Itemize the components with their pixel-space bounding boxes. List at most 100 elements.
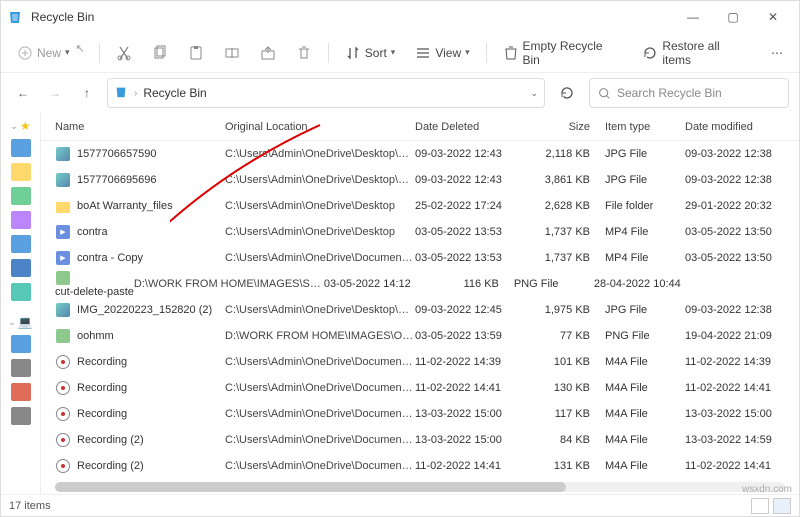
file-name: 1577706695696 <box>77 174 225 186</box>
horizontal-scrollbar[interactable] <box>55 482 785 492</box>
file-name: boAt Warranty_files <box>77 200 225 212</box>
file-name: oohmm <box>77 330 225 342</box>
original-location: C:\Users\Admin\OneDrive\Documents\T... <box>225 252 415 264</box>
file-name: 1577706657590 <box>77 148 225 160</box>
file-icon <box>55 250 71 266</box>
file-name: contra - Copy <box>77 252 225 264</box>
file-row[interactable]: oohmmD:\WORK FROM HOME\IMAGES\O&O D...03… <box>41 323 799 349</box>
date-modified: 19-04-2022 21:09 <box>685 330 799 342</box>
forward-button[interactable]: → <box>43 81 67 105</box>
col-size[interactable]: Size <box>535 121 605 133</box>
item-type: PNG File <box>514 278 594 290</box>
address-dropdown-icon[interactable]: ⌄ <box>530 88 538 99</box>
maximize-button[interactable]: ▢ <box>713 3 753 31</box>
date-modified: 11-02-2022 14:39 <box>685 356 799 368</box>
item-type: JPG File <box>605 174 685 186</box>
file-row[interactable]: contra - CopyC:\Users\Admin\OneDrive\Doc… <box>41 245 799 271</box>
file-icon <box>55 458 71 474</box>
file-row[interactable]: cut-delete-pasteD:\WORK FROM HOME\IMAGES… <box>41 271 799 297</box>
status-bar: 17 items <box>1 494 799 516</box>
share-icon[interactable] <box>254 41 282 65</box>
col-original-location[interactable]: Original Location <box>225 121 415 133</box>
file-row[interactable]: 1577706657590C:\Users\Admin\OneDrive\Des… <box>41 141 799 167</box>
item-type: JPG File <box>605 148 685 160</box>
up-button[interactable]: ↑ <box>75 81 99 105</box>
item-type: MP4 File <box>605 252 685 264</box>
breadcrumb-location[interactable]: Recycle Bin <box>143 86 206 100</box>
thumbnails-view-button[interactable] <box>773 498 791 514</box>
more-button[interactable]: ⋯ <box>765 42 789 64</box>
date-deleted: 11-02-2022 14:41 <box>415 382 535 394</box>
file-row[interactable]: Recording (2)C:\Users\Admin\OneDrive\Doc… <box>41 453 799 479</box>
command-bar: New▾ ↖ Sort▾ View▾ Empty Recycle Bin Res… <box>1 33 799 73</box>
file-row[interactable]: RecordingC:\Users\Admin\OneDrive\Documen… <box>41 349 799 375</box>
empty-recycle-bin-button[interactable]: Empty Recycle Bin <box>497 35 629 71</box>
file-list: Name Original Location Date Deleted Size… <box>41 113 799 494</box>
address-bar[interactable]: › Recycle Bin ⌄ <box>107 78 545 108</box>
new-button[interactable]: New▾ ↖ <box>11 41 89 65</box>
file-row[interactable]: contraC:\Users\Admin\OneDrive\Desktop03-… <box>41 219 799 245</box>
nav-pane[interactable]: ⌄★ ⌄💻 <box>1 113 41 494</box>
file-size: 3,861 KB <box>535 174 605 186</box>
file-name: contra <box>77 226 225 238</box>
item-count: 17 items <box>9 500 51 512</box>
file-icon <box>55 380 71 396</box>
file-size: 1,975 KB <box>535 304 605 316</box>
file-icon <box>55 406 71 422</box>
minimize-button[interactable]: ― <box>673 3 713 31</box>
file-icon <box>55 146 71 162</box>
details-view-button[interactable] <box>751 498 769 514</box>
sort-button[interactable]: Sort▾ <box>339 41 402 65</box>
file-row[interactable]: boAt Warranty_filesC:\Users\Admin\OneDri… <box>41 193 799 219</box>
date-modified: 09-03-2022 12:38 <box>685 148 799 160</box>
recycle-bin-crumb-icon <box>114 85 128 102</box>
delete-icon[interactable] <box>290 41 318 65</box>
item-type: JPG File <box>605 304 685 316</box>
date-modified: 03-05-2022 13:50 <box>685 252 799 264</box>
date-modified: 13-03-2022 15:00 <box>685 408 799 420</box>
file-icon <box>55 224 71 240</box>
col-date-modified[interactable]: Date modified <box>685 121 799 133</box>
date-deleted: 11-02-2022 14:39 <box>415 356 535 368</box>
file-row[interactable]: Recording (2)C:\Users\Admin\OneDrive\Doc… <box>41 427 799 453</box>
rename-icon[interactable] <box>218 41 246 65</box>
paste-icon[interactable] <box>182 41 210 65</box>
date-deleted: 03-05-2022 13:59 <box>415 330 535 342</box>
item-type: M4A File <box>605 460 685 472</box>
file-row[interactable]: 1577706695696C:\Users\Admin\OneDrive\Des… <box>41 167 799 193</box>
refresh-button[interactable] <box>553 79 581 107</box>
date-deleted: 09-03-2022 12:43 <box>415 174 535 186</box>
col-item-type[interactable]: Item type <box>605 121 685 133</box>
date-deleted: 03-05-2022 13:53 <box>415 226 535 238</box>
view-button[interactable]: View▾ <box>409 41 475 65</box>
file-name: Recording (2) <box>77 434 225 446</box>
file-row[interactable]: RecordingC:\Users\Admin\OneDrive\Documen… <box>41 401 799 427</box>
original-location: C:\Users\Admin\OneDrive\Desktop <box>225 200 415 212</box>
item-type: File folder <box>605 200 685 212</box>
file-icon <box>55 270 71 286</box>
back-button[interactable]: ← <box>11 81 35 105</box>
col-date-deleted[interactable]: Date Deleted <box>415 121 535 133</box>
date-modified: 11-02-2022 14:41 <box>685 460 799 472</box>
file-size: 84 KB <box>535 434 605 446</box>
col-name[interactable]: Name <box>55 121 225 133</box>
file-size: 2,118 KB <box>535 148 605 160</box>
item-type: M4A File <box>605 382 685 394</box>
column-headers[interactable]: Name Original Location Date Deleted Size… <box>41 113 799 141</box>
original-location: C:\Users\Admin\OneDrive\Documents\S... <box>225 460 415 472</box>
watermark: wsxdn.com <box>742 484 792 495</box>
date-modified: 09-03-2022 12:38 <box>685 304 799 316</box>
restore-all-button[interactable]: Restore all items <box>636 35 757 71</box>
date-modified: 29-01-2022 20:32 <box>685 200 799 212</box>
file-row[interactable]: RecordingC:\Users\Admin\OneDrive\Documen… <box>41 375 799 401</box>
file-size: 1,737 KB <box>535 226 605 238</box>
item-type: M4A File <box>605 434 685 446</box>
copy-icon[interactable] <box>146 41 174 65</box>
cut-icon[interactable] <box>110 41 138 65</box>
file-icon <box>55 172 71 188</box>
close-button[interactable]: ✕ <box>753 3 793 31</box>
file-row[interactable]: IMG_20220223_152820 (2)C:\Users\Admin\On… <box>41 297 799 323</box>
file-name: Recording <box>77 382 225 394</box>
search-input[interactable]: Search Recycle Bin <box>589 78 789 108</box>
file-size: 77 KB <box>535 330 605 342</box>
